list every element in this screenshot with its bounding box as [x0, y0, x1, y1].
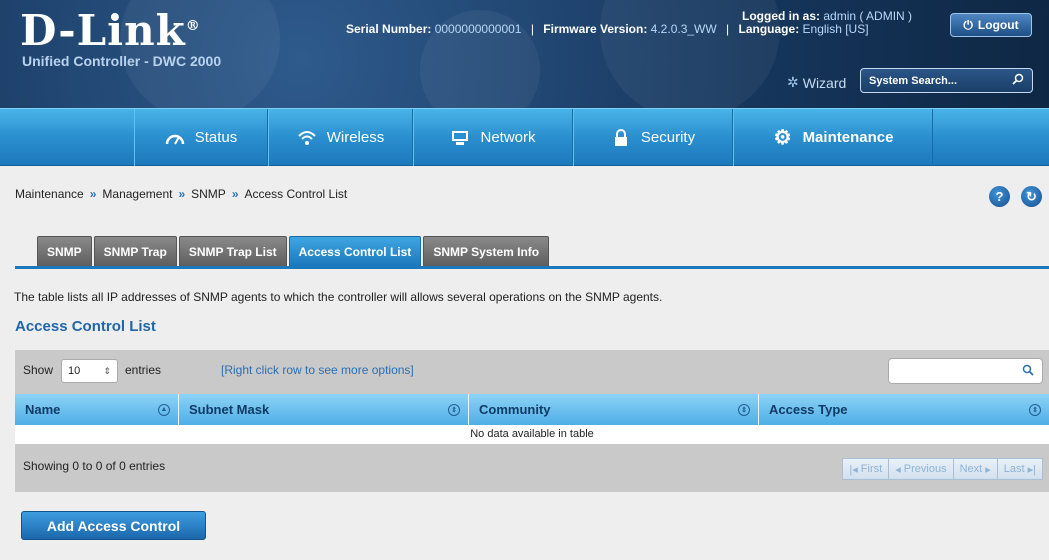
main-nav: Status Wireless Network Security ⚙ Maint… — [0, 108, 1049, 166]
empty-table-message: No data available in table — [15, 425, 1049, 444]
nav-security[interactable]: Security — [573, 109, 733, 166]
last-icon: ▸| — [1024, 463, 1036, 476]
logged-in-info: Logged in as: admin ( ADMIN ) — [742, 9, 913, 23]
column-header-access-type[interactable]: Access Type ⇕ — [759, 394, 1049, 425]
power-icon: ⏻ — [963, 17, 973, 32]
breadcrumb-item[interactable]: SNMP — [191, 187, 226, 201]
table-header: Name ▲ Subnet Mask ⇕ Community ⇕ Access … — [15, 394, 1049, 425]
column-header-subnet-mask[interactable]: Subnet Mask ⇕ — [179, 394, 469, 425]
sort-icon: ⇕ — [448, 403, 460, 416]
breadcrumb-item[interactable]: Management — [102, 187, 172, 201]
table-toolbar: Show 10 ⇕ entries [Right click row to se… — [15, 350, 1049, 394]
gears-icon: ⚙ — [773, 127, 792, 149]
table-footer: Showing 0 to 0 of 0 entries |◂ First ◂ P… — [15, 444, 1049, 492]
wizard-link[interactable]: ✲ Wizard — [787, 74, 846, 91]
dashboard-icon — [165, 128, 185, 148]
updown-icon: ⇕ — [103, 365, 111, 376]
first-icon: |◂ — [849, 463, 861, 476]
nav-status[interactable]: Status — [134, 109, 268, 166]
tab-snmp-trap-list[interactable]: SNMP Trap List — [178, 236, 287, 266]
sort-asc-icon: ▲ — [158, 403, 170, 416]
firmware-version: 4.2.0.3_WW — [650, 22, 717, 36]
sort-icon: ⇕ — [1029, 403, 1041, 416]
search-icon — [1022, 364, 1034, 379]
breadcrumb-separator-icon: » — [89, 187, 97, 201]
nav-wireless[interactable]: Wireless — [268, 109, 413, 166]
first-page-button[interactable]: |◂ First — [842, 458, 890, 480]
show-label: Show — [23, 363, 54, 377]
tab-snmp-trap[interactable]: SNMP Trap — [93, 236, 177, 266]
refresh-icon[interactable]: ↻ — [1021, 186, 1042, 207]
monitor-icon — [450, 128, 470, 148]
product-subtitle: Unified Controller - DWC 2000 — [22, 53, 222, 69]
previous-icon: ◂ — [895, 463, 904, 476]
sort-icon: ⇕ — [738, 403, 750, 416]
lock-icon — [611, 128, 631, 148]
tab-access-control-list[interactable]: Access Control List — [288, 236, 422, 266]
wifi-icon — [297, 128, 317, 148]
serial-number: 0000000000001 — [434, 22, 522, 36]
app-header: D-Link® Unified Controller - DWC 2000 Lo… — [0, 0, 1049, 108]
page-size-select[interactable]: 10 ⇕ — [61, 359, 118, 383]
breadcrumb-current: Access Control List — [244, 187, 348, 201]
last-page-button[interactable]: Last ▸| — [996, 458, 1043, 480]
help-icon[interactable]: ? — [989, 186, 1010, 207]
logout-button[interactable]: ⏻ Logout — [950, 13, 1032, 37]
system-search-input[interactable]: System Search... — [860, 68, 1033, 93]
breadcrumb-separator-icon: » — [231, 187, 239, 201]
search-icon — [1012, 73, 1024, 88]
pagination: |◂ First ◂ Previous Next ▸ Last ▸| — [842, 458, 1043, 480]
column-header-name[interactable]: Name ▲ — [15, 394, 179, 425]
device-info: Serial Number: 0000000000001 | Firmware … — [346, 22, 869, 36]
entries-label: entries — [125, 363, 162, 377]
next-page-button[interactable]: Next ▸ — [952, 458, 998, 480]
add-access-control-button[interactable]: Add Access Control — [21, 511, 206, 540]
column-header-community[interactable]: Community ⇕ — [469, 394, 759, 425]
tabs-underline — [15, 266, 1049, 269]
sparkle-icon: ✲ — [787, 74, 799, 90]
table-hint: [Right click row to see more options] — [221, 363, 414, 377]
dlink-logo: D-Link® — [20, 6, 201, 55]
next-icon: ▸ — [982, 463, 991, 476]
previous-page-button[interactable]: ◂ Previous — [888, 458, 954, 480]
showing-info: Showing 0 to 0 of 0 entries — [23, 459, 166, 473]
breadcrumb-item[interactable]: Maintenance — [15, 187, 84, 201]
language-link[interactable]: English [US] — [803, 22, 869, 36]
logged-in-user: admin ( ADMIN ) — [823, 9, 913, 23]
breadcrumb: Maintenance » Management » SNMP » Access Contr… — [15, 187, 347, 201]
breadcrumb-separator-icon: » — [178, 187, 186, 201]
sub-tabs: SNMP SNMP Trap SNMP Trap List Access Con… — [37, 236, 550, 266]
page-description: The table lists all IP addresses of SNMP… — [14, 290, 663, 304]
nav-network[interactable]: Network — [413, 109, 573, 166]
table-search-input[interactable] — [888, 358, 1043, 384]
section-title: Access Control List — [15, 318, 156, 335]
nav-maintenance[interactable]: ⚙ Maintenance — [733, 109, 933, 166]
tab-snmp-system-info[interactable]: SNMP System Info — [423, 236, 550, 266]
tab-snmp[interactable]: SNMP — [37, 236, 92, 266]
